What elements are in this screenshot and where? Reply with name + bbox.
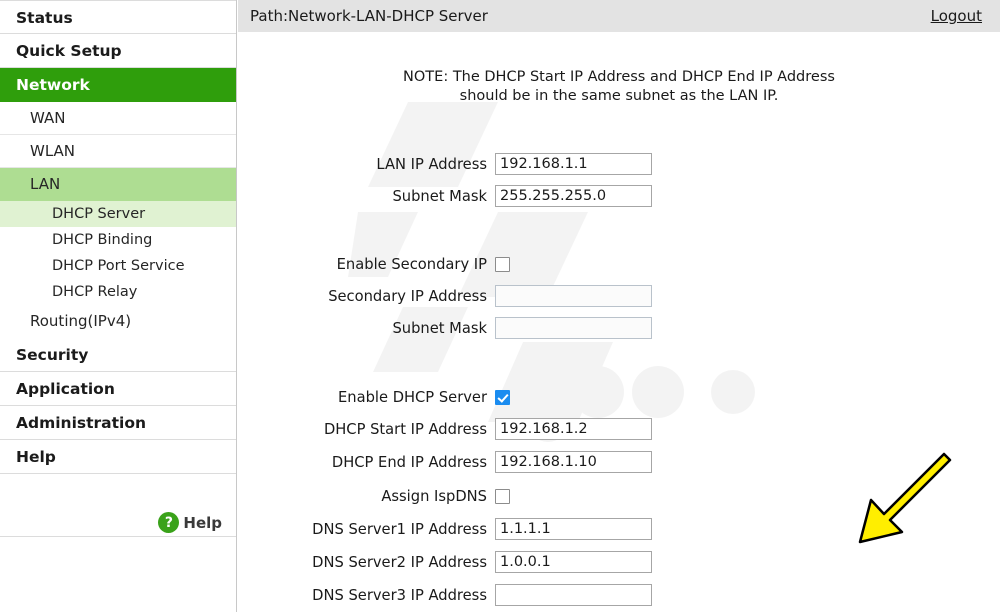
enable-secondary-ip-label: Enable Secondary IP: [336, 255, 487, 273]
row-dns-server1: DNS Server1 IP Address: [238, 517, 1000, 541]
dhcp-start-ip-label: DHCP Start IP Address: [323, 420, 487, 438]
secondary-subnet-mask-label: Subnet Mask: [392, 319, 487, 337]
help-zone: ? Help: [0, 475, 236, 537]
sidebar-item-label: LAN: [30, 175, 61, 193]
assign-ispdns-label: Assign IspDNS: [381, 487, 487, 505]
sidebar-item-routing-ipv4[interactable]: Routing(IPv4): [0, 305, 236, 338]
sidebar-section-network[interactable]: Network: [0, 68, 236, 102]
sidebar-item-lan[interactable]: LAN: [0, 168, 236, 201]
sidebar-item-label: DHCP Server: [52, 206, 146, 222]
sidebar-item-wlan[interactable]: WLAN: [0, 135, 236, 168]
subnet-mask-label: Subnet Mask: [392, 187, 487, 205]
sidebar-section-label: Help: [16, 448, 56, 466]
sidebar-section-help[interactable]: Help: [0, 440, 236, 474]
question-mark-icon: ?: [158, 512, 180, 533]
sidebar-item-label: DHCP Relay: [52, 284, 138, 300]
row-dhcp-start-ip: DHCP Start IP Address: [238, 417, 1000, 441]
sidebar-item-label: DHCP Port Service: [52, 258, 185, 274]
sidebar-item-dhcp-server[interactable]: DHCP Server: [0, 201, 236, 227]
enable-secondary-ip-checkbox[interactable]: [495, 256, 510, 272]
sidebar-item-label: WLAN: [30, 142, 76, 160]
sidebar-item-wan[interactable]: WAN: [0, 102, 236, 135]
sidebar-section-quick-setup[interactable]: Quick Setup: [0, 34, 236, 68]
help-button[interactable]: ? Help: [158, 512, 222, 533]
sidebar-section-label: Status: [16, 9, 73, 27]
enable-dhcp-server-checkbox[interactable]: [495, 389, 510, 405]
note-line-2: should be in the same subnet as the LAN …: [459, 88, 779, 104]
sidebar-section-label: Security: [16, 346, 89, 364]
sidebar-section-status[interactable]: Status: [0, 0, 236, 34]
breadcrumb: Path:Network-LAN-DHCP Server: [250, 7, 488, 25]
note-line-1: NOTE: The DHCP Start IP Address and DHCP…: [403, 69, 835, 85]
sidebar-section-application[interactable]: Application: [0, 372, 236, 406]
row-secondary-ip: Secondary IP Address: [238, 284, 1000, 308]
sidebar-item-dhcp-port-service[interactable]: DHCP Port Service: [0, 253, 236, 279]
dhcp-end-ip-label: DHCP End IP Address: [331, 453, 487, 471]
sidebar-section-label: Application: [16, 380, 115, 398]
sidebar-item-dhcp-binding[interactable]: DHCP Binding: [0, 227, 236, 253]
note-text: NOTE: The DHCP Start IP Address and DHCP…: [238, 68, 1000, 106]
logout-link[interactable]: Logout: [931, 7, 982, 25]
dns-server1-input[interactable]: [495, 518, 652, 540]
secondary-subnet-mask-input[interactable]: [495, 317, 652, 339]
subnet-mask-input[interactable]: [495, 185, 652, 207]
sidebar-section-label: Network: [16, 76, 90, 94]
sidebar-item-label: DHCP Binding: [52, 232, 153, 248]
row-assign-ispdns: Assign IspDNS: [238, 484, 1000, 508]
secondary-ip-input[interactable]: [495, 285, 652, 307]
sidebar-section-administration[interactable]: Administration: [0, 406, 236, 440]
dns-server2-label: DNS Server2 IP Address: [312, 553, 487, 571]
sidebar: Status Quick Setup Network WAN WLAN LAN …: [0, 0, 237, 612]
dhcp-end-ip-input[interactable]: [495, 451, 652, 473]
lan-ip-input[interactable]: [495, 153, 652, 175]
sidebar-item-dhcp-relay[interactable]: DHCP Relay: [0, 279, 236, 305]
assign-ispdns-checkbox[interactable]: [495, 488, 510, 504]
header-bar: Path:Network-LAN-DHCP Server Logout: [238, 0, 1000, 32]
enable-dhcp-server-label: Enable DHCP Server: [338, 388, 487, 406]
row-dns-server2: DNS Server2 IP Address: [238, 550, 1000, 574]
sidebar-item-label: Routing(IPv4): [30, 312, 132, 330]
dns-server3-input[interactable]: [495, 584, 652, 606]
row-dhcp-end-ip: DHCP End IP Address: [238, 450, 1000, 474]
row-secondary-subnet-mask: Subnet Mask: [238, 316, 1000, 340]
router-admin-page: Status Quick Setup Network WAN WLAN LAN …: [0, 0, 1000, 612]
main-content: NOTE: The DHCP Start IP Address and DHCP…: [238, 32, 1000, 612]
secondary-ip-label: Secondary IP Address: [328, 287, 487, 305]
row-lan-ip: LAN IP Address: [238, 152, 1000, 176]
row-enable-dhcp-server: Enable DHCP Server: [238, 385, 1000, 409]
dns-server2-input[interactable]: [495, 551, 652, 573]
help-button-label: Help: [183, 513, 222, 532]
dns-server1-label: DNS Server1 IP Address: [312, 520, 487, 538]
sidebar-section-label: Administration: [16, 414, 147, 432]
row-dns-server3: DNS Server3 IP Address: [238, 583, 1000, 607]
lan-ip-label: LAN IP Address: [376, 155, 487, 173]
sidebar-item-label: WAN: [30, 109, 66, 127]
row-subnet-mask: Subnet Mask: [238, 184, 1000, 208]
sidebar-section-label: Quick Setup: [16, 42, 122, 60]
row-enable-secondary-ip: Enable Secondary IP: [238, 252, 1000, 276]
dhcp-start-ip-input[interactable]: [495, 418, 652, 440]
sidebar-section-security[interactable]: Security: [0, 338, 236, 372]
dns-server3-label: DNS Server3 IP Address: [312, 586, 487, 604]
